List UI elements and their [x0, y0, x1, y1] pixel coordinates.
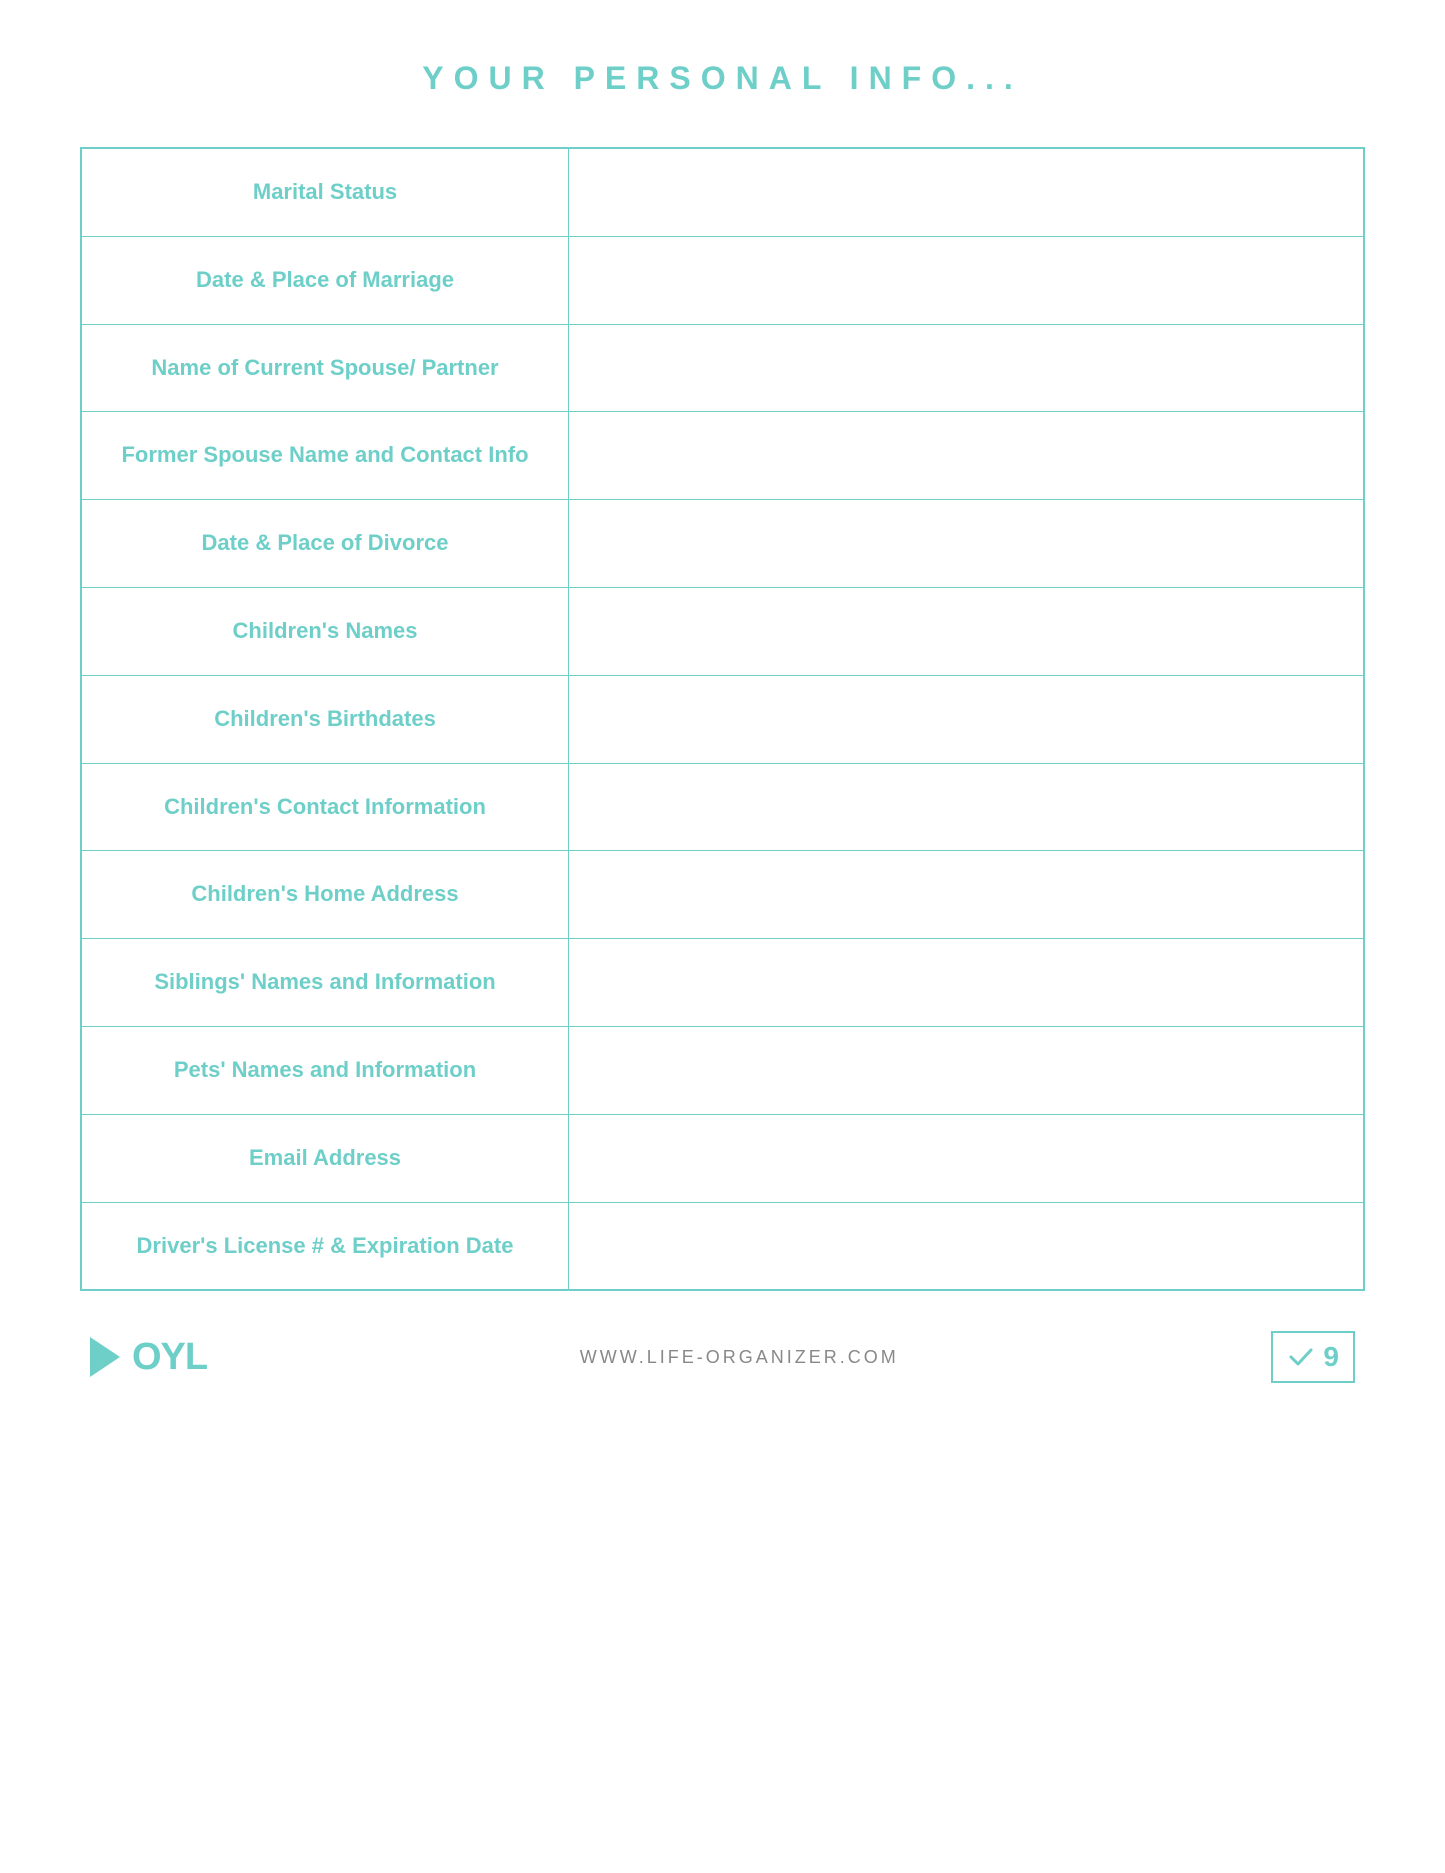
table-row-drivers-license: Driver's License # & Expiration Date: [81, 1202, 1364, 1290]
table-row-marital-status: Marital Status: [81, 148, 1364, 236]
value-cell-childrens-contact[interactable]: [569, 763, 1364, 851]
table-row-childrens-contact: Children's Contact Information: [81, 763, 1364, 851]
label-cell-pets-names: Pets' Names and Information: [81, 1026, 569, 1114]
table-row-email-address: Email Address: [81, 1114, 1364, 1202]
page-title: YOUR PERSONAL INFO...: [80, 60, 1365, 97]
table-row-pets-names: Pets' Names and Information: [81, 1026, 1364, 1114]
label-text-date-place-marriage: Date & Place of Marriage: [196, 267, 454, 292]
label-text-drivers-license: Driver's License # & Expiration Date: [137, 1233, 514, 1258]
label-cell-former-spouse: Former Spouse Name and Contact Info: [81, 412, 569, 500]
table-row-siblings-names: Siblings' Names and Information: [81, 939, 1364, 1027]
footer: OYL WWW.LIFE-ORGANIZER.COM 9: [80, 1331, 1365, 1383]
logo-text: OYL: [132, 1336, 207, 1379]
table-row-former-spouse: Former Spouse Name and Contact Info: [81, 412, 1364, 500]
label-cell-childrens-home-address: Children's Home Address: [81, 851, 569, 939]
label-text-childrens-home-address: Children's Home Address: [191, 881, 458, 906]
label-cell-siblings-names: Siblings' Names and Information: [81, 939, 569, 1027]
value-cell-childrens-home-address[interactable]: [569, 851, 1364, 939]
checkmark-icon: [1287, 1343, 1315, 1371]
page: YOUR PERSONAL INFO... Marital Status Date…: [0, 0, 1445, 1873]
value-cell-date-place-divorce[interactable]: [569, 500, 1364, 588]
label-cell-current-spouse: Name of Current Spouse/ Partner: [81, 324, 569, 412]
label-cell-childrens-contact: Children's Contact Information: [81, 763, 569, 851]
label-cell-drivers-license: Driver's License # & Expiration Date: [81, 1202, 569, 1290]
table-row-childrens-names: Children's Names: [81, 587, 1364, 675]
value-cell-siblings-names[interactable]: [569, 939, 1364, 1027]
label-text-marital-status: Marital Status: [253, 179, 397, 204]
value-cell-date-place-marriage[interactable]: [569, 236, 1364, 324]
value-cell-childrens-birthdates[interactable]: [569, 675, 1364, 763]
label-text-childrens-contact: Children's Contact Information: [164, 794, 486, 819]
label-text-email-address: Email Address: [249, 1145, 401, 1170]
label-text-current-spouse: Name of Current Spouse/ Partner: [151, 355, 498, 380]
label-cell-marital-status: Marital Status: [81, 148, 569, 236]
label-text-siblings-names: Siblings' Names and Information: [154, 969, 495, 994]
value-cell-former-spouse[interactable]: [569, 412, 1364, 500]
label-text-childrens-birthdates: Children's Birthdates: [214, 706, 436, 731]
page-number: 9: [1323, 1341, 1339, 1373]
label-text-pets-names: Pets' Names and Information: [174, 1057, 476, 1082]
logo-container: OYL: [90, 1332, 207, 1382]
label-text-former-spouse: Former Spouse Name and Contact Info: [121, 442, 528, 467]
info-table: Marital Status Date & Place of Marriage Na…: [80, 147, 1365, 1291]
table-row-date-place-divorce: Date & Place of Divorce: [81, 500, 1364, 588]
value-cell-email-address[interactable]: [569, 1114, 1364, 1202]
table-row-childrens-birthdates: Children's Birthdates: [81, 675, 1364, 763]
label-cell-email-address: Email Address: [81, 1114, 569, 1202]
label-cell-date-place-divorce: Date & Place of Divorce: [81, 500, 569, 588]
table-row-current-spouse: Name of Current Spouse/ Partner: [81, 324, 1364, 412]
value-cell-current-spouse[interactable]: [569, 324, 1364, 412]
value-cell-childrens-names[interactable]: [569, 587, 1364, 675]
value-cell-drivers-license[interactable]: [569, 1202, 1364, 1290]
logo-icon: [90, 1332, 130, 1382]
value-cell-pets-names[interactable]: [569, 1026, 1364, 1114]
label-cell-date-place-marriage: Date & Place of Marriage: [81, 236, 569, 324]
label-cell-childrens-birthdates: Children's Birthdates: [81, 675, 569, 763]
table-row-date-place-marriage: Date & Place of Marriage: [81, 236, 1364, 324]
table-row-childrens-home-address: Children's Home Address: [81, 851, 1364, 939]
label-text-childrens-names: Children's Names: [233, 618, 418, 643]
website-text: WWW.LIFE-ORGANIZER.COM: [580, 1347, 899, 1368]
label-cell-childrens-names: Children's Names: [81, 587, 569, 675]
value-cell-marital-status[interactable]: [569, 148, 1364, 236]
page-badge: 9: [1271, 1331, 1355, 1383]
label-text-date-place-divorce: Date & Place of Divorce: [202, 530, 449, 555]
